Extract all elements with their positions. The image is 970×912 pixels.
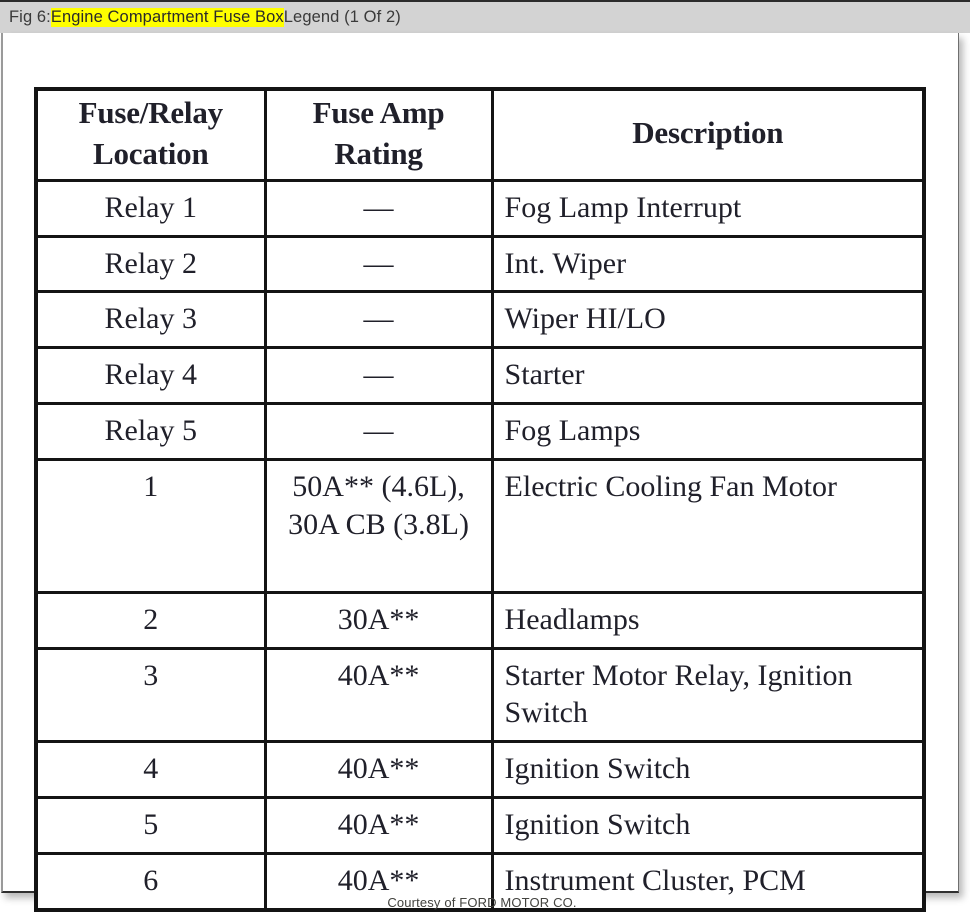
cell-description: Headlamps <box>490 590 926 650</box>
column-header-fuse-amp-rating: Fuse Amp Rating <box>263 87 494 182</box>
column-header-description: Description <box>490 87 926 182</box>
column-header-fuse-relay-location: Fuse/Relay Location <box>34 87 267 182</box>
cell-amp-rating: 40A** <box>263 646 494 744</box>
cell-location: 1 <box>34 457 267 594</box>
table-row: 5 40A** Ignition Switch <box>34 795 926 855</box>
cell-description: Fog Lamps <box>490 402 926 461</box>
cell-description: Wiper HI/LO <box>490 290 926 350</box>
cell-location: 5 <box>34 795 267 855</box>
figure-caption-bar: Fig 6: Engine Compartment Fuse Box Legen… <box>0 0 970 33</box>
document-sheet: Fuse/Relay Location Fuse Amp Rating Desc… <box>1 33 959 912</box>
table-row: Relay 4 — Starter <box>34 346 926 405</box>
cell-location: Relay 5 <box>34 402 267 461</box>
cell-amp-rating: — <box>263 234 494 294</box>
cell-amp-rating: 30A** <box>263 590 494 650</box>
table-row: 4 40A** Ignition Switch <box>34 740 926 799</box>
cell-amp-rating: 40A** <box>263 795 494 855</box>
figure-caption-prefix: Fig 6: <box>9 8 51 26</box>
cell-amp-rating: — <box>263 290 494 350</box>
cell-description: Int. Wiper <box>490 234 926 294</box>
cell-description: Electric Cooling Fan Motor <box>490 457 926 594</box>
cell-description: Starter Motor Relay, Ignition Switch <box>490 646 926 744</box>
cell-location: Relay 2 <box>34 234 267 294</box>
cell-description: Starter <box>490 346 926 405</box>
column-header-location-line-2: Location <box>93 135 209 171</box>
table-body: Relay 1 — Fog Lamp Interrupt Relay 2 — I… <box>34 178 926 912</box>
table-row: 2 30A** Headlamps <box>34 590 926 650</box>
cell-location: Relay 1 <box>34 178 267 238</box>
courtesy-credit: Courtesy of FORD MOTOR CO. <box>387 895 577 910</box>
cell-amp-rating: — <box>263 346 494 405</box>
cell-location: Relay 3 <box>34 290 267 350</box>
figure-caption-suffix: Legend (1 Of 2) <box>283 8 401 26</box>
table-header-row: Fuse/Relay Location Fuse Amp Rating Desc… <box>34 87 926 182</box>
fuse-legend-page: Fig 6: Engine Compartment Fuse Box Legen… <box>0 0 970 912</box>
figure-caption-highlighted-text: Engine Compartment Fuse Box <box>50 8 284 27</box>
table-row: 1 50A** (4.6L), 30A CB (3.8L) Electric C… <box>34 457 926 594</box>
cell-amp-rating: — <box>263 178 494 238</box>
table-row: Relay 5 — Fog Lamps <box>34 402 926 461</box>
cell-location: Relay 4 <box>34 346 267 405</box>
cell-amp-rating: — <box>263 402 494 461</box>
table-row: Relay 3 — Wiper HI/LO <box>34 290 926 350</box>
cell-amp-rating: 50A** (4.6L), 30A CB (3.8L) <box>263 457 494 594</box>
table-row: 3 40A** Starter Motor Relay, Ignition Sw… <box>34 646 926 744</box>
cell-location: 2 <box>34 590 267 650</box>
cell-amp-rating: 40A** <box>263 740 494 799</box>
table-row: Relay 2 — Int. Wiper <box>34 234 926 294</box>
column-header-amp-line-2: Rating <box>334 135 423 171</box>
cell-location: 3 <box>34 646 267 744</box>
cell-description: Fog Lamp Interrupt <box>490 178 926 238</box>
cell-description: Ignition Switch <box>490 740 926 799</box>
fuse-relay-legend-table: Fuse/Relay Location Fuse Amp Rating Desc… <box>34 87 926 912</box>
column-header-location-line-1: Fuse/Relay <box>78 95 224 130</box>
column-header-amp-line-1: Fuse Amp <box>312 95 445 130</box>
table-row: Relay 1 — Fog Lamp Interrupt <box>34 178 926 238</box>
cell-location: 4 <box>34 740 267 799</box>
table-header: Fuse/Relay Location Fuse Amp Rating Desc… <box>34 87 926 182</box>
cell-description: Ignition Switch <box>490 795 926 855</box>
